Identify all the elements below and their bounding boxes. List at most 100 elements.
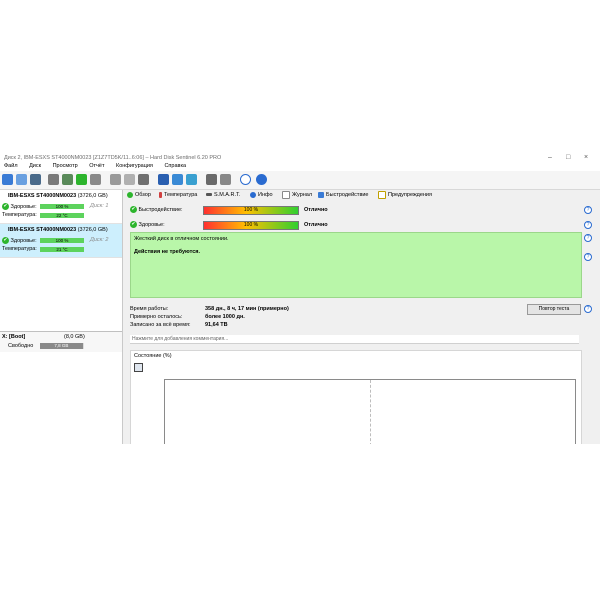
disk-ok-icon[interactable] [76,174,87,185]
close-button[interactable]: × [584,154,588,162]
hdd-icon[interactable] [110,174,121,185]
check-icon: ✔ [130,206,137,213]
check-icon: ✔ [2,237,9,244]
performance-status: Отлично [304,207,328,213]
maximize-button[interactable]: □ [566,154,570,162]
uptime-label: Время работы: [130,306,169,312]
disk-size: (3726,0 GB) [77,193,108,199]
menu-bar: Файл Диск Просмотр Отчёт Конфигурация Сп… [0,162,600,171]
health-label: Здоровье: [10,203,37,210]
health-history-chart [164,379,576,444]
disk-icon[interactable] [48,174,59,185]
check-icon [127,191,133,198]
comment-field[interactable]: Нажмите для добавления комментария... [130,335,579,344]
disk-name: IBM-ESXS ST4000NM0023 [8,227,77,233]
check-icon: ✔ [130,221,137,228]
tab-overview[interactable]: Обзор [127,190,151,200]
disk-size: (3726,0 GB) [77,227,108,233]
temperature-label: Температура: [2,212,37,218]
title-bar: Диск 2, IBM-ESXS ST4000NM0023 [Z1Z7TD5K/… [0,154,600,162]
disk-icon [206,193,212,197]
remaining-value: более 1000 дн. [205,314,245,320]
network-icon[interactable] [138,174,149,185]
health-label: Здоровье: [138,221,165,228]
disk-check-icon[interactable] [62,174,73,185]
temperature-bar: 22 °C [40,213,84,218]
health-bar: 100 % [40,204,84,209]
health-history-label: Состояние (%) [134,353,172,359]
info-icon [250,191,256,198]
help-icon[interactable]: ? [584,221,592,229]
repeat-test-button[interactable]: Повтор теста [527,304,581,315]
toolbar [0,171,600,190]
refresh-icon[interactable] [2,174,13,185]
check-icon: ✔ [2,203,9,210]
disk-number: Диск: 1 [90,203,109,209]
list-icon[interactable] [30,174,41,185]
uptime-value: 358 дн., 8 ч, 17 мин (примерно) [205,306,289,312]
disk-remove-icon[interactable] [90,174,101,185]
menu-file[interactable]: Файл [4,163,18,169]
sync-icon[interactable] [16,174,27,185]
menu-disk[interactable]: Диск [29,163,41,169]
tab-temperature[interactable]: Температура [159,190,197,200]
document-icon [282,190,290,199]
performance-bar: 100 % [203,206,299,215]
status-message-line2: Действия не требуются. [134,249,200,255]
temperature-label: Температура: [2,246,37,252]
disk-item-1[interactable]: IBM-ESXS ST4000NM0023 (3726,0 GB) ✔ Здор… [0,190,122,224]
free-space-bar: 7,8 GB [40,343,83,349]
written-value: 91,64 TB [205,322,228,328]
health-history-group: Состояние (%) [130,350,582,444]
tools-icon[interactable] [220,174,231,185]
minimize-button[interactable]: – [548,154,552,162]
free-label: Свободно [8,343,34,349]
free-space-track: 7,8 GB [40,343,84,349]
tab-info[interactable]: Инфо [250,190,273,200]
health-bar: 100 % [40,238,84,243]
disk-item-2[interactable]: IBM-ESXS ST4000NM0023 (3726,0 GB) ✔ Здор… [0,224,122,258]
info-icon[interactable] [256,174,267,185]
menu-help[interactable]: Справка [164,163,186,169]
status-message-box: Жесткий диск в отличном состоянии. Дейст… [130,232,582,298]
tab-bar: Обзор Температура S.M.A.R.T. Инфо Журнал… [123,190,600,200]
settings-icon[interactable] [206,174,217,185]
details-panel: Обзор Температура S.M.A.R.T. Инфо Журнал… [123,190,600,444]
help-icon[interactable]: ? [584,305,592,313]
volume-item[interactable]: X: [Boot] (8,0 GB) Свободно 7,8 GB [0,331,122,352]
alert-icon [378,190,386,199]
app-window: Диск 2, IBM-ESXS ST4000NM0023 [Z1Z7TD5K/… [0,154,600,444]
menu-view[interactable]: Просмотр [53,163,78,169]
health-status: Отлично [304,222,328,228]
temperature-bar: 21 °C [40,247,84,252]
disk-name: IBM-ESXS ST4000NM0023 [8,193,77,199]
status-message-line1: Жесткий диск в отличном состоянии. [134,236,229,242]
save-icon[interactable] [134,363,143,372]
performance-icon [318,191,324,198]
thermometer-icon [159,191,162,198]
tab-performance[interactable]: Быстродействие [318,190,369,200]
volume-size: (8,0 GB) [64,334,85,340]
help-icon[interactable]: ? [584,206,592,214]
disk-list-panel: IBM-ESXS ST4000NM0023 (3726,0 GB) ✔ Здор… [0,190,123,444]
help-icon[interactable] [240,174,251,185]
health-bar: 100 % [203,221,299,230]
mail-icon[interactable] [186,174,197,185]
health-label: Здоровье: [10,237,37,244]
help-icon[interactable]: ? [584,253,592,261]
tab-alerts[interactable]: Предупреждения [378,190,432,200]
tab-log[interactable]: Журнал [282,190,312,200]
menu-report[interactable]: Отчёт [89,163,104,169]
report-icon[interactable] [158,174,169,185]
chip-icon[interactable] [124,174,135,185]
disk-number: Диск: 2 [90,237,109,243]
written-label: Записано за всё время: [130,322,191,328]
menu-configuration[interactable]: Конфигурация [116,163,153,169]
performance-label: Быстродействие: [138,206,183,213]
help-icon[interactable]: ? [584,234,592,242]
tab-smart[interactable]: S.M.A.R.T. [206,190,240,200]
home-icon[interactable] [172,174,183,185]
window-title: Диск 2, IBM-ESXS ST4000NM0023 [Z1Z7TD5K/… [4,155,222,161]
volume-name: X: [Boot] [2,334,26,340]
chart-gridline [370,380,371,444]
